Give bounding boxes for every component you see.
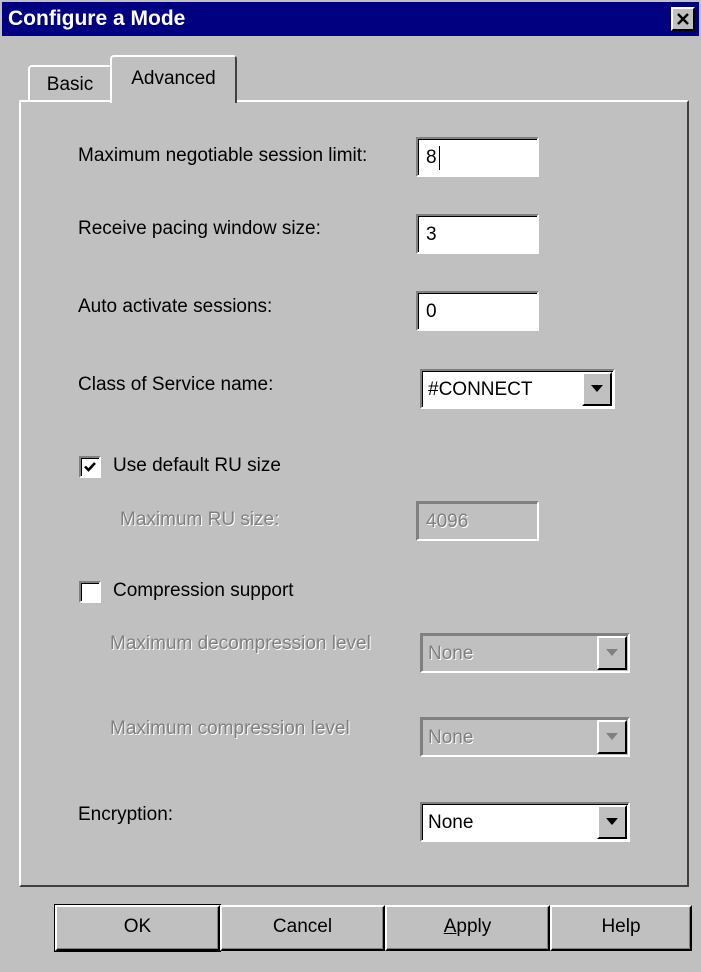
compression-support-checkbox[interactable] — [79, 581, 101, 603]
max-decompression-select: None — [420, 633, 630, 673]
max-compression-dropdown-button — [597, 720, 627, 754]
auto-activate-label: Auto activate sessions: — [78, 296, 273, 317]
max-decompression-label: Maximum decompression level — [110, 633, 371, 654]
class-of-service-select[interactable]: #CONNECT — [420, 369, 615, 409]
close-icon — [677, 13, 689, 25]
title-bar[interactable]: Configure a Mode — [2, 2, 699, 36]
ok-button-label: OK — [123, 916, 152, 937]
cancel-button[interactable]: Cancel — [220, 905, 385, 951]
dialog-window: Configure a Mode Basic Advanced Maximum … — [0, 0, 701, 972]
receive-pacing-label: Receive pacing window size: — [78, 218, 321, 239]
apply-button-label: Apply — [444, 916, 492, 937]
max-session-limit-value: 8 — [426, 147, 437, 168]
help-button-label: Help — [601, 916, 641, 937]
class-of-service-label: Class of Service name: — [78, 374, 274, 395]
class-of-service-value: #CONNECT — [428, 379, 533, 400]
receive-pacing-value: 3 — [426, 224, 437, 245]
tab-advanced[interactable]: Advanced — [110, 55, 237, 103]
max-ru-size-value: 4096 — [426, 511, 469, 532]
text-caret — [439, 146, 440, 170]
max-ru-size-input: 4096 — [416, 501, 539, 541]
auto-activate-value: 0 — [426, 301, 437, 322]
chevron-down-icon — [606, 733, 618, 740]
close-button[interactable] — [671, 7, 695, 31]
chevron-down-icon — [606, 818, 618, 825]
apply-label-rest: pply — [456, 916, 492, 937]
max-compression-select: None — [420, 717, 630, 757]
receive-pacing-input[interactable]: 3 — [416, 214, 539, 254]
ok-button[interactable]: OK — [54, 904, 221, 952]
tab-basic-label: Basic — [46, 74, 94, 95]
max-ru-size-label: Maximum RU size: — [120, 509, 280, 530]
max-decompression-value: None — [428, 643, 474, 664]
max-session-limit-input[interactable]: 8 — [416, 137, 539, 177]
use-default-ru-checkbox[interactable] — [79, 456, 101, 478]
encryption-value: None — [428, 812, 474, 833]
max-compression-label: Maximum compression level — [110, 718, 350, 739]
tab-advanced-label: Advanced — [131, 68, 216, 89]
encryption-select[interactable]: None — [420, 802, 630, 842]
encryption-label: Encryption: — [78, 804, 174, 825]
class-of-service-dropdown-button[interactable] — [582, 372, 612, 406]
max-session-limit-label: Maximum negotiable session limit: — [78, 145, 368, 166]
max-compression-value: None — [428, 727, 474, 748]
tab-basic[interactable]: Basic — [28, 65, 112, 100]
chevron-down-icon — [606, 649, 618, 656]
max-decompression-dropdown-button — [597, 636, 627, 670]
window-title: Configure a Mode — [8, 7, 186, 30]
chevron-down-icon — [591, 385, 603, 392]
auto-activate-input[interactable]: 0 — [416, 291, 539, 331]
apply-accelerator: A — [443, 916, 457, 937]
checkmark-icon — [84, 462, 96, 472]
cancel-button-label: Cancel — [272, 916, 333, 937]
apply-button[interactable]: Apply — [385, 905, 550, 951]
encryption-dropdown-button[interactable] — [597, 805, 627, 839]
compression-support-label: Compression support — [113, 580, 294, 601]
help-button[interactable]: Help — [550, 905, 692, 951]
use-default-ru-label: Use default RU size — [113, 455, 281, 476]
